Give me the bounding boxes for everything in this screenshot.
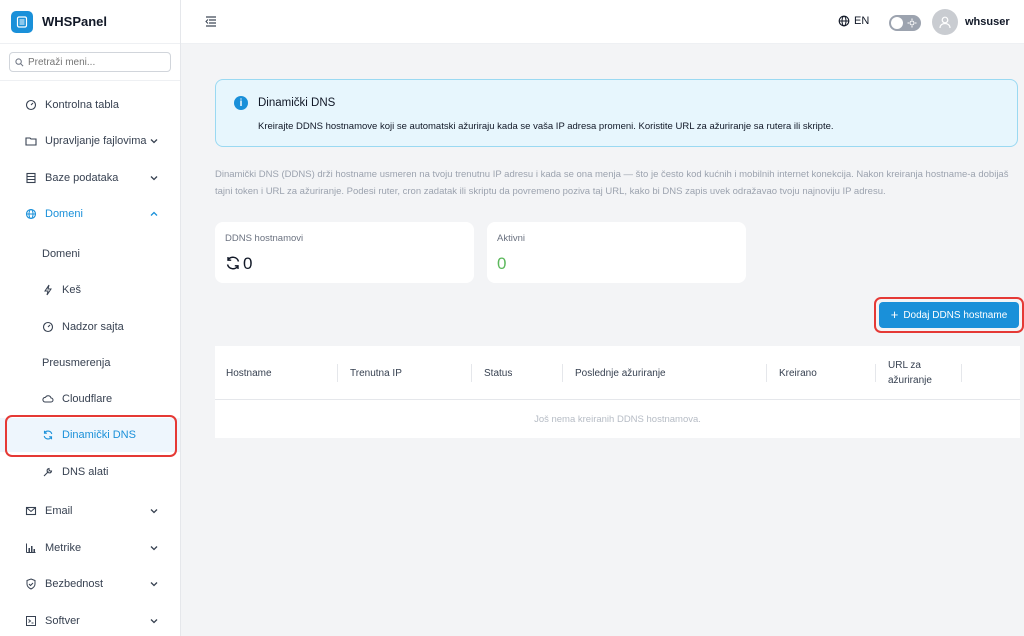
stat-card-active: Aktivni 0 <box>487 222 746 283</box>
search-icon <box>15 57 24 66</box>
sidebar-subitem-label: Domeni <box>42 248 80 260</box>
info-text: Kreirajte DDNS hostnamove koji se automa… <box>258 121 834 132</box>
menu-search-input[interactable] <box>28 56 168 68</box>
stat-label: DDNS hostnamovi <box>225 233 304 244</box>
chevron-down-icon <box>150 619 158 624</box>
sidebar-item-files[interactable]: Upravljanje fajlovima <box>0 124 180 158</box>
column-header-hostname[interactable]: Hostname <box>226 366 272 381</box>
menu-search-box[interactable] <box>9 52 171 72</box>
stat-card-hostnames: DDNS hostnamovi 0 <box>215 222 474 283</box>
sidebar-subitem-label: Preusmerenja <box>42 357 111 369</box>
column-header-current-ip[interactable]: Trenutna IP <box>350 366 402 381</box>
user-icon <box>939 16 951 29</box>
stat-label: Aktivni <box>497 233 525 244</box>
sidebar-item-label: Softver <box>45 615 80 627</box>
topbar: EN whsuser <box>181 0 1024 44</box>
sidebar-item-label: Upravljanje fajlovima <box>45 135 147 147</box>
column-header-last-update[interactable]: Poslednje ažuriranje <box>575 366 666 381</box>
column-header-update-url[interactable]: URL za ažuriranje <box>888 358 932 388</box>
column-separator <box>337 364 338 382</box>
bar-chart-icon <box>26 543 36 553</box>
chevron-down-icon <box>150 176 158 181</box>
sun-icon <box>907 18 917 28</box>
column-header-created[interactable]: Kreirano <box>779 366 817 381</box>
shield-icon <box>26 578 36 590</box>
stat-value-active: 0 <box>497 254 507 273</box>
sidebar-item-security[interactable]: Bezbednost <box>0 567 180 601</box>
sidebar-item-label: Kontrolna tabla <box>45 99 119 111</box>
chevron-down-icon <box>150 582 158 587</box>
highlight-dynamic-dns <box>5 415 177 457</box>
username[interactable]: whsuser <box>965 16 1010 28</box>
chevron-down-icon <box>150 509 158 514</box>
sidebar-subitem-dns-tools[interactable]: DNS alati <box>0 455 180 489</box>
lightning-icon <box>44 284 52 296</box>
info-icon: i <box>234 96 248 110</box>
globe-icon <box>838 15 850 27</box>
language-label: EN <box>854 15 870 27</box>
sidebar-item-label: Bezbednost <box>45 578 104 590</box>
table-empty-state: Još nema kreiranih DDNS hostnamova. <box>534 413 701 425</box>
column-separator <box>875 364 876 382</box>
column-separator <box>562 364 563 382</box>
sidebar-item-dashboard[interactable]: Kontrolna tabla <box>0 88 180 122</box>
avatar[interactable] <box>932 9 958 35</box>
highlight-add-button <box>874 297 1024 333</box>
chevron-down-icon <box>150 546 158 551</box>
gauge-icon <box>42 321 54 333</box>
globe-icon <box>25 208 37 220</box>
sidebar-item-email[interactable]: Email <box>0 494 180 528</box>
column-header-update-url-line2: ažuriranje <box>888 375 932 386</box>
sidebar-subitem-label: DNS alati <box>62 466 109 478</box>
language-selector[interactable]: EN <box>838 15 869 27</box>
page-description: Dinamički DNS (DDNS) drži hostname usmer… <box>215 169 1009 197</box>
theme-toggle[interactable] <box>889 15 921 31</box>
sidebar-subitem-redirects[interactable]: Preusmerenja <box>0 346 180 380</box>
column-header-update-url-line1: URL za <box>888 360 921 371</box>
sidebar-subitem-label: Cloudflare <box>62 393 113 405</box>
sidebar-item-label: Baze podataka <box>45 172 119 184</box>
sidebar-subitem-cache[interactable]: Keš <box>0 273 180 307</box>
wrench-icon <box>43 467 53 477</box>
folder-icon <box>25 137 37 146</box>
brand[interactable]: WHSPanel <box>0 0 180 44</box>
sidebar-item-software[interactable]: Softver <box>0 604 180 636</box>
chevron-up-icon <box>150 211 158 216</box>
column-separator <box>471 364 472 382</box>
column-header-status[interactable]: Status <box>484 366 512 381</box>
terminal-icon <box>26 616 36 626</box>
sidebar-item-databases[interactable]: Baze podataka <box>0 161 180 195</box>
column-separator <box>961 364 962 382</box>
cloud-icon <box>42 395 54 403</box>
info-title: Dinamički DNS <box>258 97 336 109</box>
chevron-down-icon <box>150 139 158 144</box>
sidebar-item-label: Domeni <box>45 208 83 220</box>
toggle-knob <box>891 17 903 29</box>
refresh-icon <box>226 256 240 270</box>
sidebar-subitem-label: Keš <box>62 284 81 296</box>
info-banner: i Dinamički DNS Kreirajte DDNS hostnamov… <box>215 79 1018 147</box>
ddns-table: Hostname Trenutna IP Status Poslednje až… <box>215 346 1020 438</box>
server-icon <box>11 10 33 33</box>
sidebar: WHSPanel Kontrolna tabla Upravljanje faj… <box>0 0 181 636</box>
column-separator <box>766 364 767 382</box>
menu-search <box>0 44 180 81</box>
stat-value-hostnames: 0 <box>243 254 253 273</box>
sidebar-item-domains[interactable]: Domeni <box>0 197 180 231</box>
table-header: Hostname Trenutna IP Status Poslednje až… <box>215 346 1020 400</box>
sidebar-subitem-site-monitor[interactable]: Nadzor sajta <box>0 310 180 344</box>
mail-icon <box>25 506 37 516</box>
database-icon <box>26 172 36 184</box>
brand-title: WHSPanel <box>42 14 108 29</box>
sidebar-subitem-label: Nadzor sajta <box>62 321 124 333</box>
sidebar-item-label: Email <box>45 505 73 517</box>
sidebar-subitem-domains[interactable]: Domeni <box>0 237 180 271</box>
menu-collapse-icon[interactable] <box>205 15 217 27</box>
gauge-icon <box>25 99 37 111</box>
sidebar-item-metrics[interactable]: Metrike <box>0 531 180 565</box>
sidebar-subitem-cloudflare[interactable]: Cloudflare <box>0 382 180 416</box>
sidebar-item-label: Metrike <box>45 542 82 554</box>
